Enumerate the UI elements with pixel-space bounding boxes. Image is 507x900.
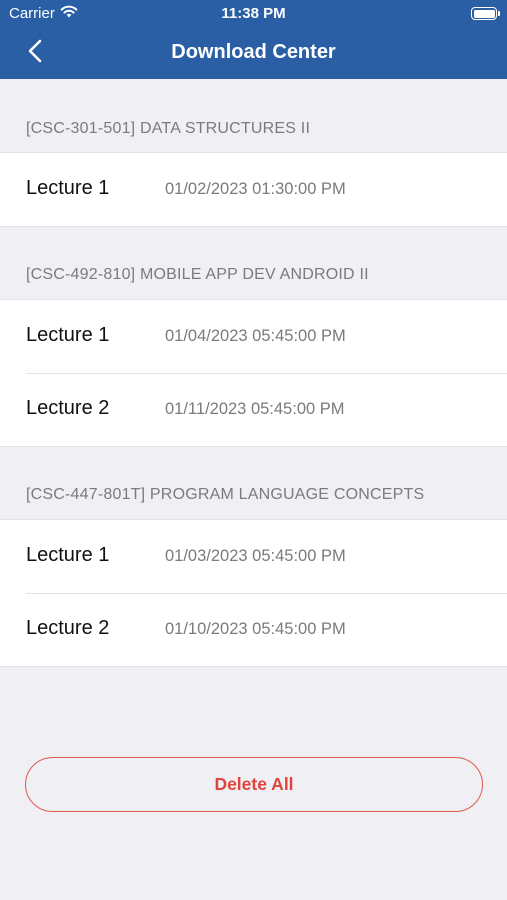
battery-icon — [471, 7, 500, 20]
lecture-title: Lecture 1 — [26, 177, 110, 199]
header: Carrier 11:38 PM Download Center — [0, 0, 507, 79]
lecture-title: Lecture 1 — [26, 324, 110, 346]
download-row[interactable]: Lecture 1 01/04/2023 05:45:00 PM — [0, 300, 507, 373]
lecture-title: Lecture 1 — [26, 544, 110, 566]
download-row[interactable]: Lecture 2 01/11/2023 05:45:00 PM — [0, 373, 507, 446]
status-time: 11:38 PM — [221, 5, 286, 22]
download-row[interactable]: Lecture 1 01/03/2023 05:45:00 PM — [0, 520, 507, 593]
delete-all-button[interactable]: Delete All — [25, 757, 483, 812]
lecture-title: Lecture 2 — [26, 617, 110, 639]
status-bar: Carrier 11:38 PM — [0, 0, 507, 28]
download-row[interactable]: Lecture 1 01/02/2023 01:30:00 PM — [0, 153, 507, 226]
download-group: Lecture 1 01/04/2023 05:45:00 PM Lecture… — [0, 299, 507, 447]
download-date: 01/03/2023 05:45:00 PM — [165, 547, 346, 565]
section-header-program-language: [CSC-447-801T] PROGRAM LANGUAGE CONCEPTS — [26, 486, 425, 503]
section-header-data-structures: [CSC-301-501] DATA STRUCTURES II — [26, 120, 311, 137]
download-row[interactable]: Lecture 2 01/10/2023 05:45:00 PM — [0, 593, 507, 666]
download-group: Lecture 1 01/02/2023 01:30:00 PM — [0, 152, 507, 227]
download-date: 01/11/2023 05:45:00 PM — [165, 400, 345, 418]
section-header-mobile-app-dev: [CSC-492-810] MOBILE APP DEV ANDROID II — [26, 266, 369, 283]
nav-bar: Download Center — [0, 28, 507, 79]
page-title: Download Center — [171, 41, 336, 63]
lecture-title: Lecture 2 — [26, 397, 110, 419]
download-group: Lecture 1 01/03/2023 05:45:00 PM Lecture… — [0, 519, 507, 667]
download-date: 01/04/2023 05:45:00 PM — [165, 327, 346, 345]
download-date: 01/02/2023 01:30:00 PM — [165, 180, 346, 198]
download-date: 01/10/2023 05:45:00 PM — [165, 620, 346, 638]
